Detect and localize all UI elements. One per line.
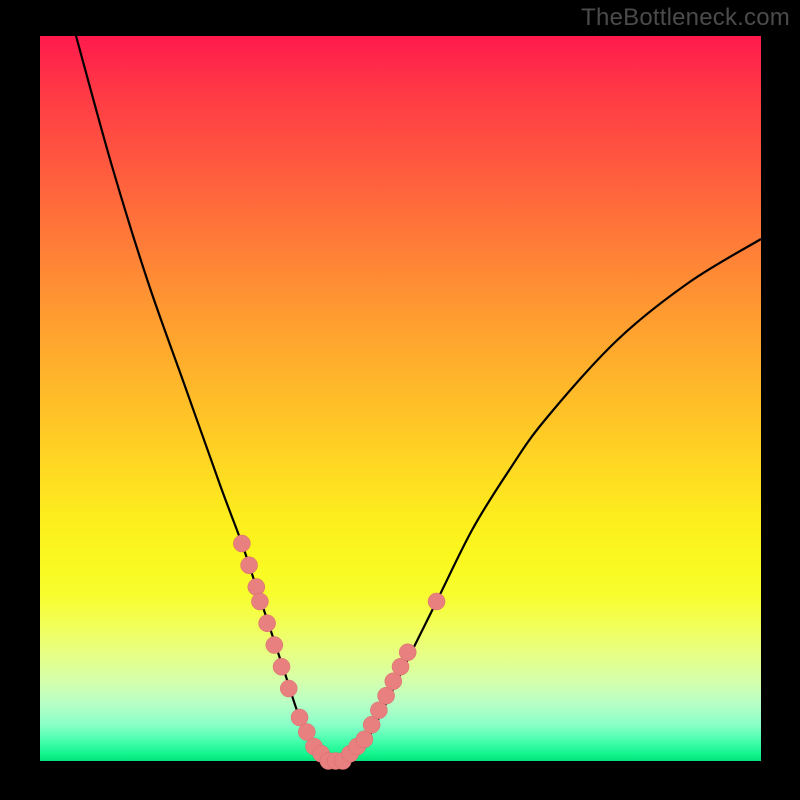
sample-point (266, 637, 283, 654)
sample-point (248, 579, 265, 596)
sample-point (280, 680, 297, 697)
sample-point (428, 593, 445, 610)
sample-point (259, 615, 276, 632)
sample-point (273, 658, 290, 675)
watermark-text: TheBottleneck.com (581, 4, 790, 32)
bottleneck-curve (76, 36, 761, 762)
chart-svg (0, 0, 800, 800)
chart-frame: TheBottleneck.com (0, 0, 800, 800)
sample-point (251, 593, 268, 610)
sample-point (241, 557, 258, 574)
sample-point (399, 644, 416, 661)
sample-point (233, 535, 250, 552)
